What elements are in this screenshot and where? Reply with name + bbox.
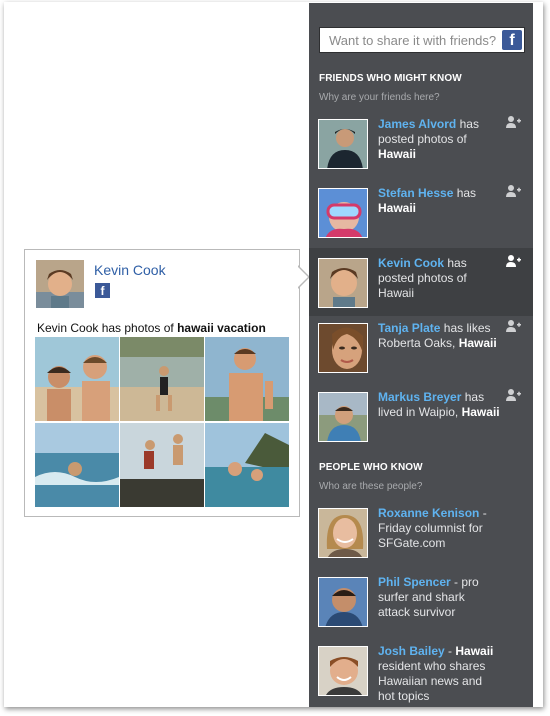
avatar[interactable]	[318, 258, 368, 308]
avatar[interactable]	[318, 188, 368, 238]
friends-section-subtitle[interactable]: Why are your friends here?	[319, 92, 440, 103]
friends-section-title: FRIENDS WHO MIGHT KNOW	[319, 73, 462, 84]
add-friend-icon[interactable]	[505, 184, 521, 198]
people-section-subtitle[interactable]: Who are these people?	[319, 481, 422, 492]
share-search-input[interactable]: Want to share it with friends? f	[319, 27, 525, 53]
friend-description: James Alvord has posted photos of Hawaii	[378, 117, 479, 161]
avatar[interactable]	[318, 577, 368, 627]
photo-preview-card: Kevin Cook f Kevin Cook has photos of ha…	[24, 249, 300, 517]
friend-item-selected[interactable]: Kevin Cook has posted photos of Hawaii	[309, 248, 533, 316]
photo-thumbnail[interactable]	[205, 423, 289, 507]
person-description: Phil Spencer - pro surfer and shark atta…	[378, 575, 479, 619]
faded-caption	[25, 519, 28, 529]
photo-grid	[35, 337, 289, 507]
facebook-icon[interactable]: f	[95, 283, 110, 298]
friend-description: Markus Breyer has lived in Waipio, Hawai…	[378, 390, 500, 419]
person-description: Josh Bailey - Hawaii resident who shares…	[378, 644, 494, 703]
person-item[interactable]: Phil Spencer - pro surfer and shark atta…	[309, 575, 533, 641]
friend-item[interactable]: James Alvord has posted photos of Hawaii	[309, 115, 533, 183]
avatar[interactable]	[318, 392, 368, 442]
friend-description: Tanja Plate has likes Roberta Oaks, Hawa…	[378, 321, 497, 350]
photo-thumbnail[interactable]	[120, 423, 204, 507]
people-section-title: PEOPLE WHO KNOW	[319, 462, 423, 473]
card-pointer-inner	[297, 266, 308, 288]
add-friend-icon[interactable]	[505, 254, 521, 268]
friend-description: Stefan Hesse has Hawaii	[378, 186, 477, 215]
person-description: Roxanne Kenison - Friday columnist for S…	[378, 506, 487, 550]
friend-item[interactable]: Tanja Plate has likes Roberta Oaks, Hawa…	[309, 319, 533, 387]
avatar[interactable]	[318, 508, 368, 558]
photo-thumbnail[interactable]	[35, 337, 119, 421]
photo-thumbnail[interactable]	[35, 423, 119, 507]
share-sidebar: Want to share it with friends? f FRIENDS…	[309, 3, 533, 707]
person-item[interactable]: Roxanne Kenison - Friday columnist for S…	[309, 506, 533, 572]
add-friend-icon[interactable]	[505, 319, 521, 333]
friend-item[interactable]: Markus Breyer has lived in Waipio, Hawai…	[309, 388, 533, 456]
add-friend-icon[interactable]	[505, 115, 521, 129]
add-friend-icon[interactable]	[505, 388, 521, 402]
friend-description: Kevin Cook has posted photos of Hawaii	[378, 256, 467, 300]
facebook-icon[interactable]: f	[502, 30, 522, 50]
card-name[interactable]: Kevin Cook	[94, 262, 166, 278]
photo-thumbnail[interactable]	[120, 337, 204, 421]
friend-item[interactable]: Stefan Hesse has Hawaii	[309, 184, 533, 252]
avatar[interactable]	[318, 646, 368, 696]
card-avatar[interactable]	[36, 260, 84, 308]
person-item[interactable]: Josh Bailey - Hawaii resident who shares…	[309, 644, 533, 707]
avatar[interactable]	[318, 119, 368, 169]
avatar[interactable]	[318, 323, 368, 373]
search-placeholder: Want to share it with friends?	[329, 33, 497, 48]
card-description: Kevin Cook has photos of hawaii vacation	[37, 321, 266, 335]
photo-thumbnail[interactable]	[205, 337, 289, 421]
